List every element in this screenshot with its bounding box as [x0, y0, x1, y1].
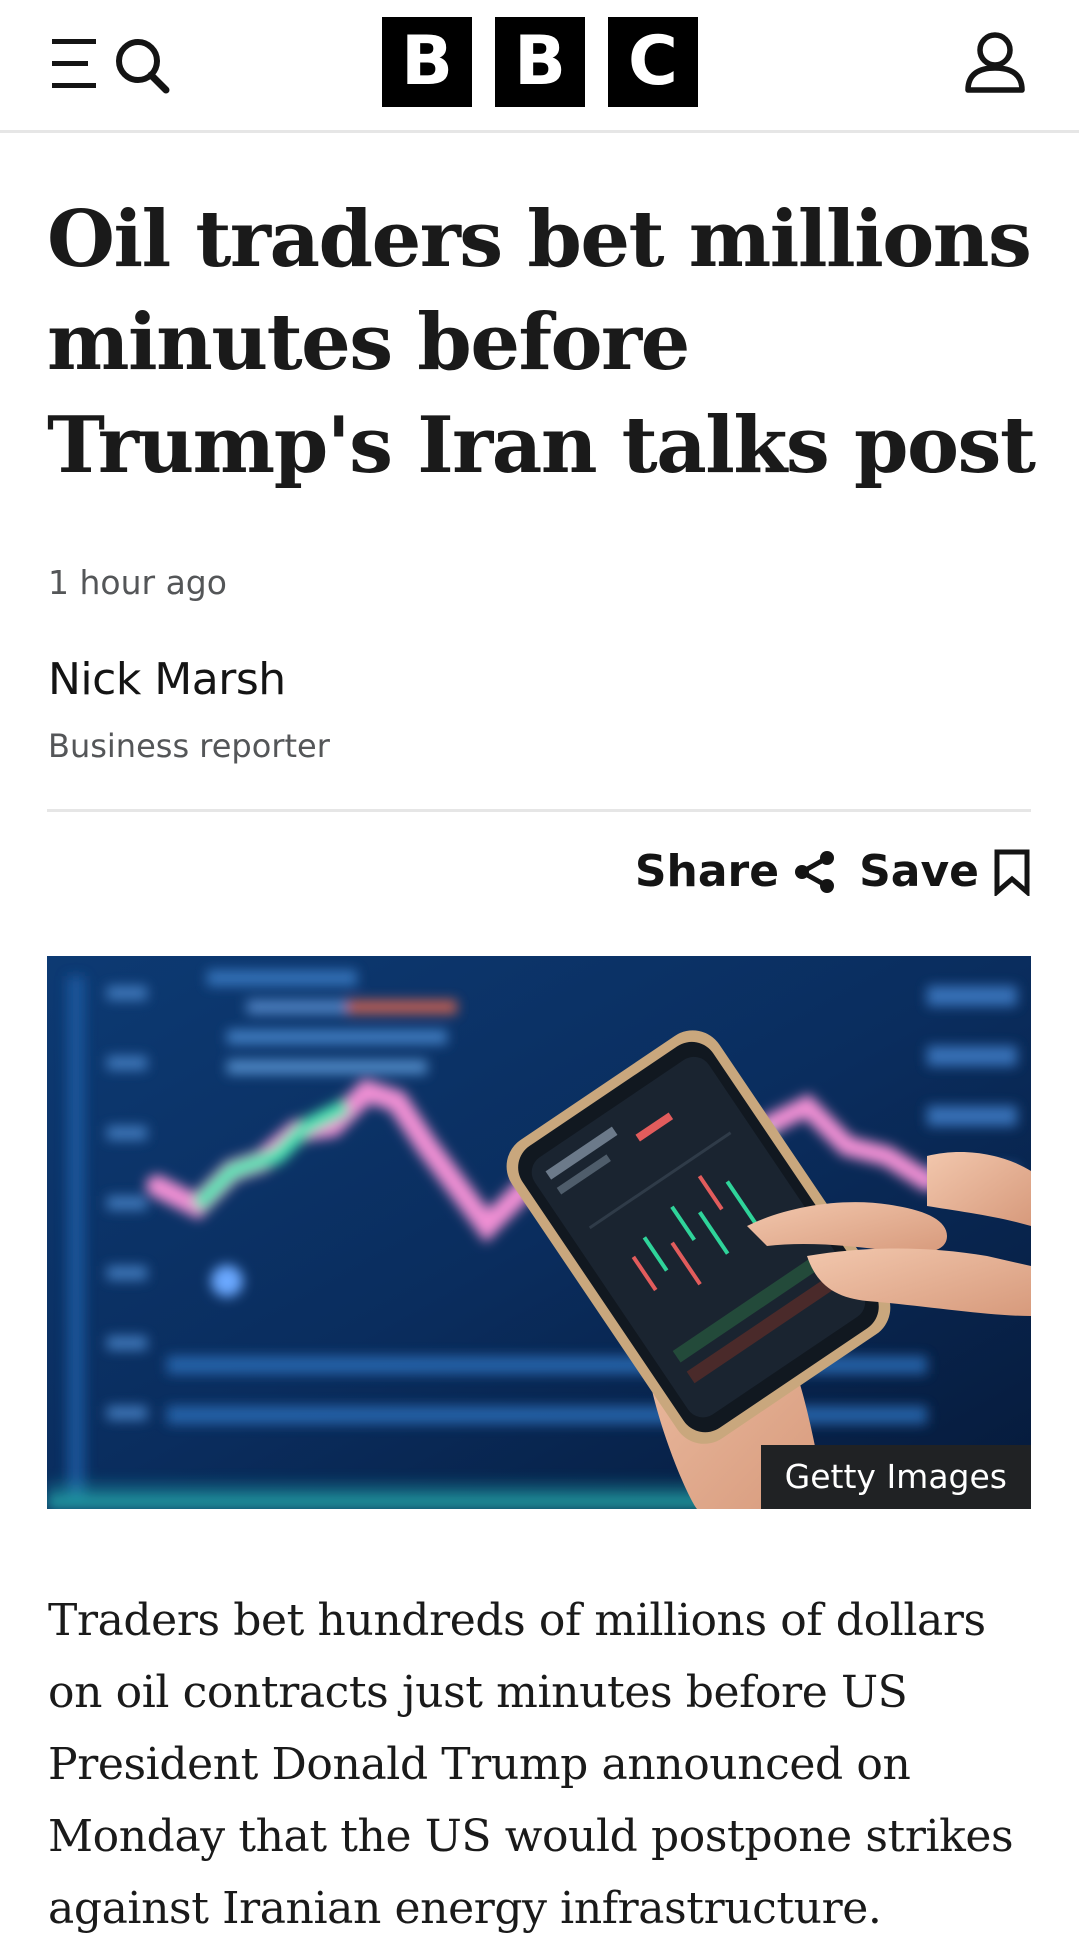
trading-phone-image	[47, 956, 1031, 1509]
menu-search-button[interactable]	[50, 34, 172, 94]
logo-letter-b1: B	[382, 17, 472, 107]
save-label: Save	[859, 846, 979, 897]
share-label: Share	[634, 846, 780, 897]
article-lead-paragraph: Traders bet hundreds of millions of doll…	[48, 1595, 1014, 1934]
search-icon	[116, 39, 170, 94]
article-actions: Share Save	[635, 846, 1031, 897]
bbc-logo[interactable]: B B C	[382, 17, 698, 107]
article-headline: Oil traders bet millions minutes before …	[47, 194, 1036, 491]
share-button[interactable]: Share	[635, 846, 837, 897]
image-credit: Getty Images	[760, 1445, 1031, 1509]
bookmark-icon	[994, 849, 1030, 896]
article-hero-image: Getty Images	[47, 956, 1031, 1509]
article-timestamp: 1 hour ago	[48, 563, 227, 602]
account-icon	[965, 32, 1025, 93]
logo-letter-b2: B	[495, 17, 585, 107]
share-icon	[795, 850, 835, 893]
site-header: B B C	[0, 0, 1079, 133]
byline-divider	[47, 809, 1031, 812]
menu-icon	[52, 39, 170, 94]
save-button[interactable]: Save	[859, 846, 1031, 897]
logo-letter-c: C	[608, 17, 698, 107]
author-role: Business reporter	[48, 727, 330, 765]
account-button[interactable]	[963, 30, 1027, 94]
author-name: Nick Marsh	[48, 654, 286, 705]
